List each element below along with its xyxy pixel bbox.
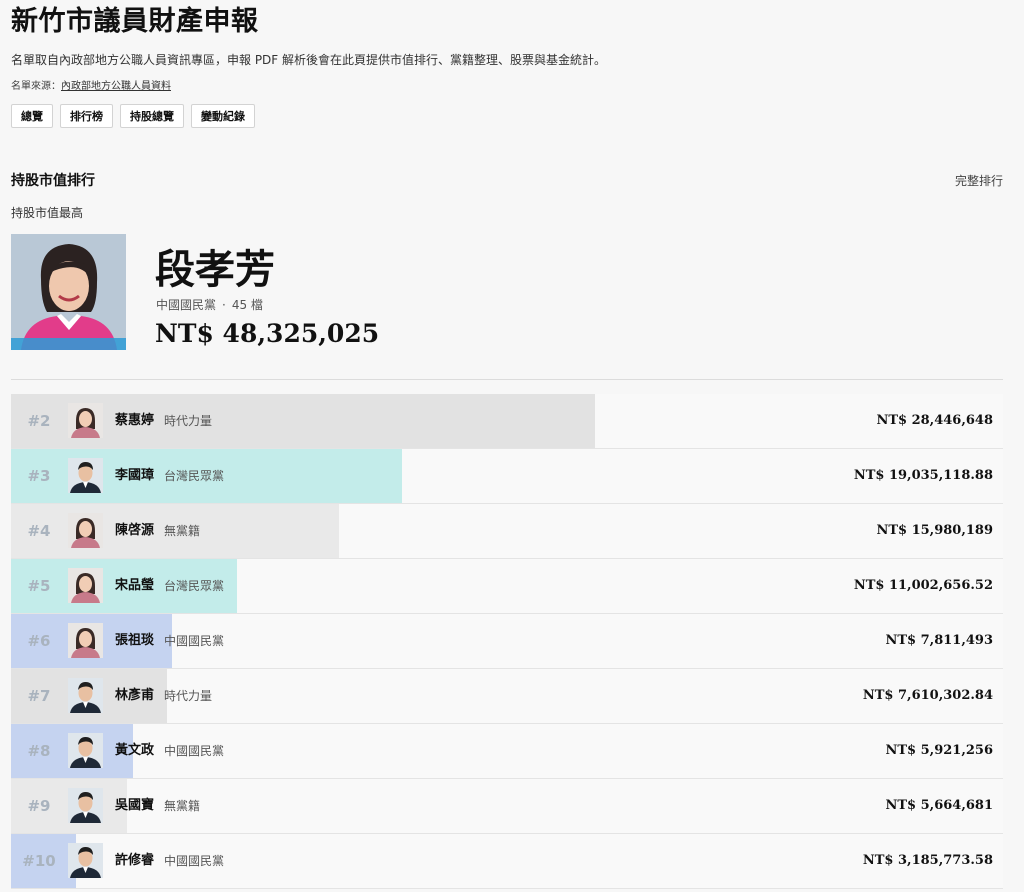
top-holder-meta: 中國國民黨 · 45 檔: [156, 296, 263, 313]
nav-leaderboard-button[interactable]: 排行榜: [60, 104, 113, 128]
member-party: 時代力量: [164, 414, 213, 428]
holding-value: NT$ 15,980,189: [876, 523, 993, 538]
rank-number: #2: [27, 412, 51, 430]
avatar: [68, 623, 103, 658]
holding-value: NT$ 3,185,773.58: [862, 853, 993, 868]
full-ranking-link[interactable]: 完整排行: [955, 172, 1003, 189]
ranking-row[interactable]: #5 宋品瑩 台灣民眾黨 NT$ 11,002,656.52: [11, 559, 1003, 614]
top-holder-name: 段孝芳: [155, 246, 275, 293]
avatar: [68, 403, 103, 438]
member-party: 中國國民黨: [164, 634, 225, 648]
rank-number: #7: [27, 687, 51, 705]
holding-value: NT$ 19,035,118.88: [853, 468, 993, 483]
avatar: [68, 678, 103, 713]
top-holder-value: NT$ 48,325,025: [155, 319, 380, 348]
avatar: [68, 513, 103, 548]
avatar: [68, 788, 103, 823]
rank-number: #9: [27, 797, 51, 815]
top-holder-holdings: 45 檔: [231, 298, 263, 312]
avatar: [68, 733, 103, 768]
member-party: 時代力量: [164, 689, 213, 703]
member-party: 台灣民眾黨: [164, 469, 225, 483]
member-name: 黃文政: [115, 743, 155, 758]
member-party: 無黨籍: [164, 524, 201, 538]
top-holder-card[interactable]: 段孝芳 中國國民黨 · 45 檔 NT$ 48,325,025: [11, 234, 1003, 352]
member-name: 李國璋: [115, 468, 155, 483]
member-name: 蔡惠婷: [115, 413, 155, 428]
source-label: 名單來源：: [11, 81, 61, 92]
holding-value: NT$ 7,811,493: [885, 633, 994, 648]
holding-value: NT$ 28,446,648: [876, 413, 993, 428]
member-party: 中國國民黨: [164, 854, 225, 868]
member-party: 台灣民眾黨: [164, 579, 225, 593]
ranking-row[interactable]: #2 蔡惠婷 時代力量 NT$ 28,446,648: [11, 394, 1003, 449]
member-name: 陳啓源: [115, 523, 155, 538]
ranking-row[interactable]: #9 吳國寶 無黨籍 NT$ 5,664,681: [11, 779, 1003, 834]
top-holder-label: 持股市值最高: [11, 206, 84, 220]
holding-value: NT$ 11,002,656.52: [853, 578, 993, 593]
page-title: 新竹市議員財產申報: [11, 6, 259, 37]
holding-value: NT$ 5,664,681: [885, 798, 994, 813]
holding-value: NT$ 5,921,256: [885, 743, 994, 758]
section-title: 持股市值排行: [11, 173, 95, 189]
rank-number: #8: [27, 742, 51, 760]
divider: [11, 379, 1003, 380]
member-party: 無黨籍: [164, 799, 201, 813]
member-name: 宋品瑩: [115, 578, 155, 593]
nav-holdings-button[interactable]: 持股總覽: [120, 104, 184, 128]
rank-number: #10: [22, 852, 56, 870]
top-holder-party: 中國國民黨: [156, 298, 217, 312]
source-line: 名單來源：內政部地方公職人員資料: [11, 79, 1003, 95]
member-name: 張祖琰: [115, 633, 155, 648]
member-name: 吳國寶: [115, 798, 155, 813]
ranking-row[interactable]: #4 陳啓源 無黨籍 NT$ 15,980,189: [11, 504, 1003, 559]
rank-number: #6: [27, 632, 51, 650]
source-link[interactable]: 內政部地方公職人員資料: [61, 81, 171, 92]
holding-value: NT$ 7,610,302.84: [862, 688, 993, 703]
member-party: 中國國民黨: [164, 744, 225, 758]
rank-number: #3: [27, 467, 51, 485]
meta-separator: ·: [222, 298, 226, 312]
section-header: 持股市值排行 完整排行: [11, 170, 1003, 190]
member-name: 許修睿: [115, 853, 155, 868]
ranking-list: #2 蔡惠婷 時代力量 NT$ 28,446,648 #3 李國璋 台灣民眾黨 NT$ 19,…: [11, 394, 1003, 889]
ranking-row[interactable]: #7 林彥甫 時代力量 NT$ 7,610,302.84: [11, 669, 1003, 724]
rank-number: #4: [27, 522, 51, 540]
nav-changes-button[interactable]: 變動紀錄: [191, 104, 255, 128]
avatar: [68, 843, 103, 878]
nav-overview-button[interactable]: 總覽: [11, 104, 53, 128]
top-holder-photo: [11, 234, 126, 350]
rank-number: #5: [27, 577, 51, 595]
page: 新竹市議員財產申報 名單取自內政部地方公職人員資訊專區，申報 PDF 解析後會在…: [11, 0, 1003, 889]
ranking-row[interactable]: #3 李國璋 台灣民眾黨 NT$ 19,035,118.88: [11, 449, 1003, 504]
avatar: [68, 458, 103, 493]
nav-bar: 總覽 排行榜 持股總覽 變動紀錄: [11, 104, 1003, 130]
ranking-row[interactable]: #6 張祖琰 中國國民黨 NT$ 7,811,493: [11, 614, 1003, 669]
ranking-row[interactable]: #8 黃文政 中國國民黨 NT$ 5,921,256: [11, 724, 1003, 779]
avatar: [68, 568, 103, 603]
ranking-row[interactable]: #10 許修睿 中國國民黨 NT$ 3,185,773.58: [11, 834, 1003, 889]
page-description: 名單取自內政部地方公職人員資訊專區，申報 PDF 解析後會在此頁提供市值排行、黨…: [11, 53, 607, 67]
member-name: 林彥甫: [115, 688, 155, 703]
